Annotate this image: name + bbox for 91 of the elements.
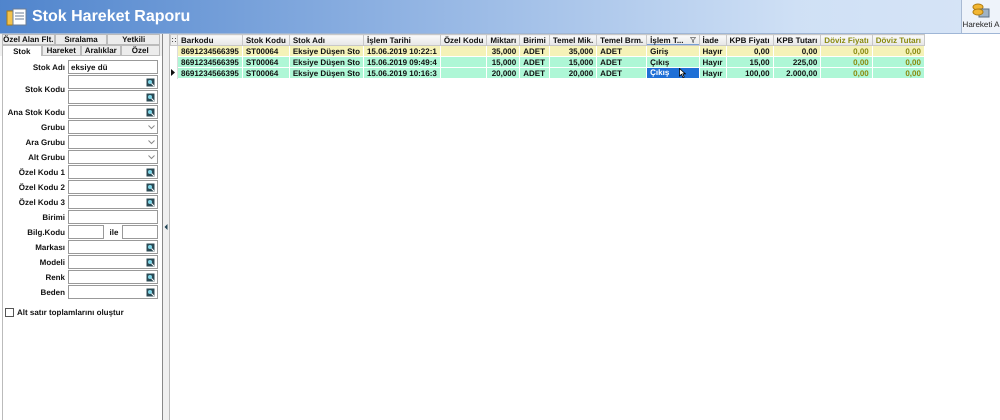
- lookup-field[interactable]: [68, 90, 158, 104]
- table-cell: 0,00: [872, 68, 924, 78]
- lookup-icon[interactable]: [146, 258, 155, 266]
- field-label: Beden: [40, 288, 65, 296]
- column-header[interactable]: İşlem Tarihi: [363, 34, 440, 46]
- text-field[interactable]: eksiye dü: [68, 60, 158, 74]
- filter-icon[interactable]: [690, 36, 696, 42]
- collapse-arrow-icon[interactable]: [164, 224, 168, 230]
- field-label: Alt Grubu: [27, 152, 65, 162]
- field-label: Birimi: [41, 212, 65, 222]
- lookup-field[interactable]: [68, 105, 158, 119]
- table-row[interactable]: 8691234566395 ST00064 Eksiye Düşen Sto 15.06.2019 10:16:3 20,000 ADET 20,000 ADET Çıkış Hayır 100,00 2.000,00 0,00 0,00: [170, 68, 924, 78]
- table-cell: 100,00: [726, 68, 774, 78]
- range-start-field[interactable]: [68, 225, 104, 239]
- filter-tab[interactable]: Hareket: [42, 45, 81, 56]
- table-cell: 20,000: [486, 68, 520, 78]
- chevron-down-icon[interactable]: [148, 140, 155, 144]
- field-label: Stok Adı: [32, 62, 65, 72]
- column-header[interactable]: KPB Tutarı: [773, 34, 821, 46]
- range-separator: ile: [108, 228, 120, 236]
- coins-icon: [972, 2, 990, 18]
- filter-tab[interactable]: Yetkili: [107, 34, 160, 45]
- lookup-field[interactable]: [68, 270, 158, 284]
- chevron-down-icon[interactable]: [148, 154, 155, 160]
- table-cell: 20,000: [549, 68, 597, 78]
- field-label: Modeli: [38, 258, 65, 266]
- lookup-icon[interactable]: [146, 272, 155, 282]
- table-cell: 0,00: [820, 68, 872, 78]
- lookup-field[interactable]: [68, 285, 158, 299]
- column-header[interactable]: Özel Kodu: [440, 34, 487, 46]
- checkbox-icon[interactable]: [5, 308, 14, 317]
- table-cell: 8691234566395: [178, 68, 242, 78]
- column-header[interactable]: Stok Adı: [289, 34, 364, 46]
- table-cell: ADET: [596, 68, 647, 78]
- column-header[interactable]: İşlem T...: [646, 34, 700, 46]
- lookup-icon[interactable]: [146, 108, 155, 116]
- column-header[interactable]: Stok Kodu: [242, 34, 290, 46]
- lookup-field[interactable]: [68, 165, 158, 179]
- filter-tab[interactable]: Stok: [2, 45, 42, 56]
- dropdown-field[interactable]: [68, 120, 158, 134]
- dropdown-field[interactable]: [68, 135, 158, 149]
- lookup-icon[interactable]: [146, 168, 155, 176]
- table-cell: ADET: [520, 68, 550, 78]
- dropdown-field[interactable]: [68, 150, 158, 164]
- column-header[interactable]: Miktarı: [486, 34, 520, 46]
- filter-tab[interactable]: Aralıklar: [81, 45, 120, 56]
- window-title: Stok Hareket Raporu: [32, 8, 190, 26]
- toolbar-button[interactable]: Hareketi A: [962, 0, 1000, 33]
- column-header[interactable]: İade: [699, 34, 726, 46]
- lookup-icon[interactable]: [146, 92, 155, 102]
- lookup-icon[interactable]: [146, 78, 155, 86]
- field-label: Stok Kodu: [24, 85, 65, 94]
- field-label: Ara Grubu: [24, 138, 65, 146]
- table-cell: Eksiye Düşen Sto: [289, 68, 364, 78]
- column-header[interactable]: Temel Mik.: [549, 34, 597, 46]
- lookup-icon[interactable]: [146, 242, 155, 252]
- field-label: Özel Kodu 1: [18, 168, 65, 176]
- subtotal-checkbox[interactable]: Alt satır toplamlarını oluştur: [5, 308, 158, 317]
- lookup-icon[interactable]: [146, 182, 155, 192]
- lookup-icon[interactable]: [146, 198, 155, 206]
- chevron-down-icon[interactable]: [148, 124, 155, 130]
- range-end-field[interactable]: [122, 225, 158, 239]
- table-cell: 15.06.2019 10:16:3: [363, 68, 440, 78]
- lookup-field[interactable]: [68, 75, 158, 89]
- filter-tab[interactable]: Özel Alan Flt.: [2, 34, 55, 45]
- filter-tab[interactable]: Sıralama: [54, 34, 108, 45]
- field-label: Renk: [44, 272, 65, 282]
- filter-tab[interactable]: Özel: [120, 45, 160, 56]
- field-label: Markası: [34, 242, 65, 252]
- table-row[interactable]: 8691234566395 ST00064 Eksiye Düşen Sto 15.06.2019 10:22:1 35,000 ADET 35,000 ADET Giriş Hayır 0,00 0,00 0,00 0,00: [170, 46, 924, 56]
- lookup-icon[interactable]: [146, 288, 155, 296]
- text-field[interactable]: [68, 210, 158, 224]
- field-label: Bilg.Kodu: [26, 228, 65, 236]
- table-cell: 2.000,00: [773, 68, 821, 78]
- column-header[interactable]: KPB Fiyatı: [726, 34, 774, 46]
- field-label: Grubu: [40, 122, 65, 132]
- report-icon: [6, 6, 28, 26]
- lookup-field[interactable]: [68, 180, 158, 194]
- field-label: Özel Kodu 3: [18, 198, 65, 206]
- column-header[interactable]: Temel Brm.: [596, 34, 647, 46]
- lookup-field[interactable]: [68, 240, 158, 254]
- column-header[interactable]: Birimi: [520, 34, 550, 46]
- table-cell: [440, 68, 487, 78]
- field-label: Ana Stok Kodu: [6, 108, 65, 116]
- table-cell: Hayır: [699, 68, 726, 78]
- field-label: Özel Kodu 2: [18, 182, 65, 192]
- mouse-pointer-icon: [679, 68, 686, 78]
- lookup-field[interactable]: [68, 195, 158, 209]
- table-cell: ST00064: [242, 68, 290, 78]
- column-header[interactable]: Barkodu: [178, 34, 242, 46]
- lookup-field[interactable]: [68, 255, 158, 269]
